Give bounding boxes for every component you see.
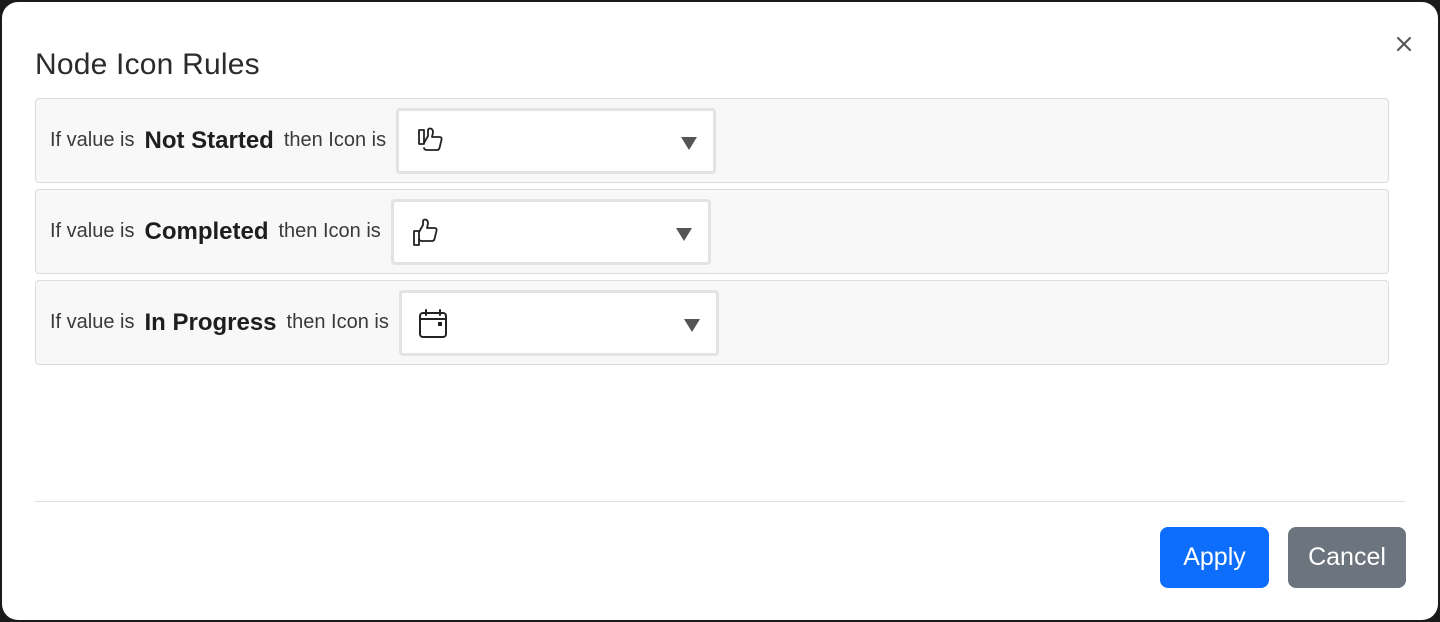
chevron-down-icon <box>683 318 700 332</box>
rule-row-completed: If value is Completed then Icon is <box>35 189 1389 274</box>
chevron-down-icon <box>675 227 692 241</box>
icon-select-completed[interactable] <box>390 198 711 265</box>
icon-select-not-started[interactable] <box>396 107 717 174</box>
rule-suffix-label: then Icon is <box>278 220 381 242</box>
apply-button[interactable]: Apply <box>1160 527 1269 588</box>
rule-row-not-started: If value is Not Started then Icon is <box>35 98 1389 183</box>
rule-suffix-label: then Icon is <box>286 311 389 333</box>
icon-select-in-progress[interactable] <box>398 289 719 356</box>
thumbs-down-icon <box>418 127 443 151</box>
node-icon-rules-dialog: Node Icon Rules If value is Not Started … <box>2 2 1438 620</box>
calendar-icon <box>418 308 447 338</box>
rule-row-in-progress: If value is In Progress then Icon is <box>35 280 1389 365</box>
cancel-button[interactable]: Cancel <box>1288 527 1406 588</box>
thumbs-up-icon <box>412 218 438 246</box>
footer-divider <box>35 501 1405 502</box>
close-icon <box>1397 37 1411 51</box>
rule-prefix-label: If value is <box>50 220 135 242</box>
dialog-title: Node Icon Rules <box>35 48 260 81</box>
rule-prefix-label: If value is <box>50 129 135 151</box>
rule-value-label: Completed <box>144 217 269 245</box>
rule-value-label: In Progress <box>144 308 277 336</box>
rule-prefix-label: If value is <box>50 311 135 333</box>
rule-value-label: Not Started <box>144 126 274 154</box>
rule-suffix-label: then Icon is <box>283 129 387 151</box>
chevron-down-icon <box>681 136 698 150</box>
close-button[interactable] <box>1392 32 1416 56</box>
